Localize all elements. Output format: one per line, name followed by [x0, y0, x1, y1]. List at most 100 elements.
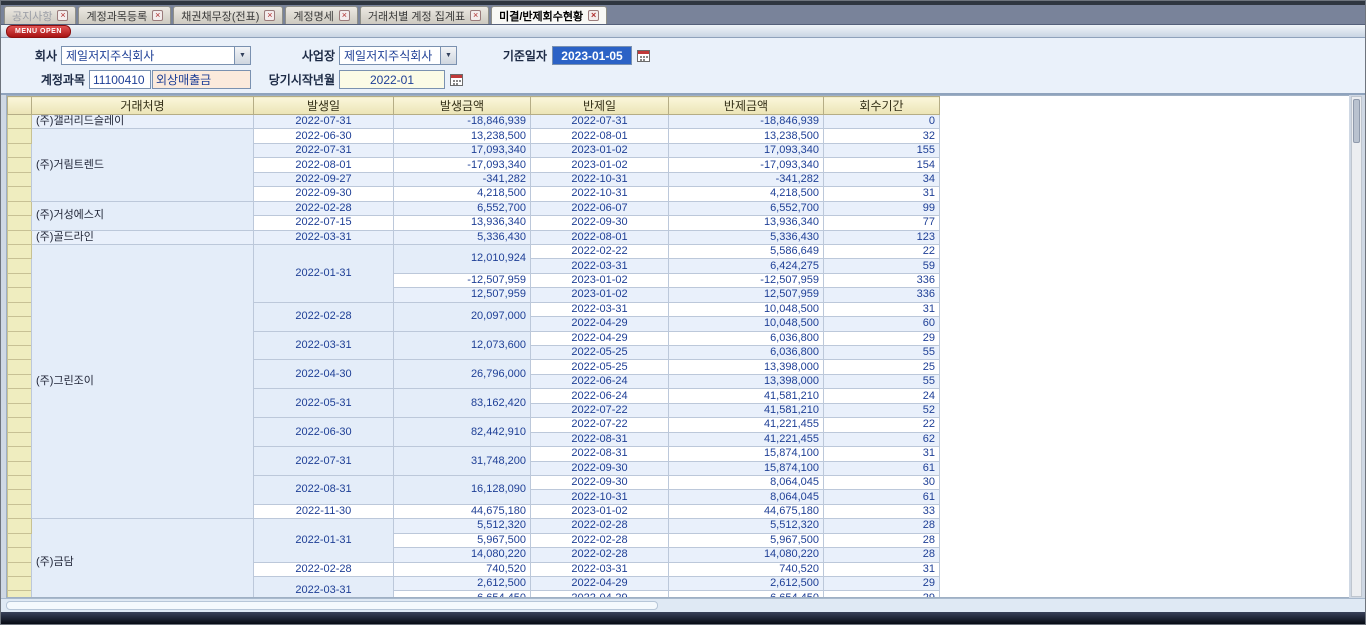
settle-date-cell[interactable]: 2022-02-28 — [531, 519, 669, 533]
period-cell[interactable]: 29 — [824, 591, 940, 598]
period-cell[interactable]: 25 — [824, 360, 940, 374]
tab-거래처별 계정 집계표[interactable]: 거래처별 계정 집계표× — [360, 6, 489, 24]
customer-cell[interactable]: (주)그린조이 — [32, 244, 254, 518]
occur-amount-cell[interactable]: 82,442,910 — [394, 418, 531, 447]
settle-amount-cell[interactable]: -17,093,340 — [669, 158, 824, 172]
vertical-scrollbar[interactable] — [1351, 96, 1362, 597]
occur-date-cell[interactable]: 2022-08-01 — [254, 158, 394, 172]
settle-amount-cell[interactable]: -341,282 — [669, 172, 824, 186]
occur-amount-cell[interactable]: -18,846,939 — [394, 115, 531, 129]
base-date-input[interactable] — [552, 46, 632, 65]
customer-cell[interactable]: (주)거성에스지 — [32, 201, 254, 230]
settle-date-cell[interactable]: 2022-05-25 — [531, 360, 669, 374]
settle-amount-cell[interactable]: 5,336,430 — [669, 230, 824, 244]
settle-date-cell[interactable]: 2022-08-31 — [531, 447, 669, 461]
settle-date-cell[interactable]: 2022-02-22 — [531, 244, 669, 258]
occur-amount-cell[interactable]: 12,010,924 — [394, 244, 531, 273]
settle-amount-cell[interactable]: 6,654,450 — [669, 591, 824, 598]
occur-amount-cell[interactable]: 6,552,700 — [394, 201, 531, 215]
occur-date-cell[interactable]: 2022-01-31 — [254, 244, 394, 302]
period-cell[interactable]: 61 — [824, 490, 940, 504]
period-cell[interactable]: 61 — [824, 461, 940, 475]
period-cell[interactable]: 60 — [824, 317, 940, 331]
business-place-select[interactable]: 제일저지주식회사 ▼ — [339, 46, 457, 65]
row-indicator[interactable] — [8, 244, 32, 258]
row-indicator[interactable] — [8, 288, 32, 302]
row-indicator[interactable] — [8, 172, 32, 186]
settle-date-cell[interactable]: 2022-09-30 — [531, 461, 669, 475]
period-cell[interactable]: 30 — [824, 475, 940, 489]
settle-date-cell[interactable]: 2023-01-02 — [531, 158, 669, 172]
settle-amount-cell[interactable]: 5,586,649 — [669, 244, 824, 258]
settle-date-cell[interactable]: 2022-03-31 — [531, 562, 669, 576]
row-indicator[interactable] — [8, 533, 32, 547]
settle-amount-cell[interactable]: 6,552,700 — [669, 201, 824, 215]
settle-date-cell[interactable]: 2023-01-02 — [531, 273, 669, 287]
occur-amount-cell[interactable]: -12,507,959 — [394, 273, 531, 287]
period-cell[interactable]: 336 — [824, 288, 940, 302]
column-header-customer[interactable]: 거래처명 — [32, 97, 254, 115]
occur-amount-cell[interactable]: 5,512,320 — [394, 519, 531, 533]
settle-amount-cell[interactable]: 44,675,180 — [669, 504, 824, 518]
occur-date-cell[interactable]: 2022-07-31 — [254, 115, 394, 129]
row-indicator[interactable] — [8, 230, 32, 244]
settle-amount-cell[interactable]: 41,221,455 — [669, 418, 824, 432]
occur-amount-cell[interactable]: 2,612,500 — [394, 577, 531, 591]
menu-open-button[interactable]: MENU OPEN — [6, 25, 71, 38]
row-indicator[interactable] — [8, 490, 32, 504]
period-cell[interactable]: 336 — [824, 273, 940, 287]
period-cell[interactable]: 28 — [824, 548, 940, 562]
tab-close-icon[interactable]: × — [57, 10, 68, 21]
settle-date-cell[interactable]: 2022-10-31 — [531, 172, 669, 186]
vertical-scrollbar-thumb[interactable] — [1353, 99, 1360, 143]
period-cell[interactable]: 31 — [824, 447, 940, 461]
row-indicator[interactable] — [8, 548, 32, 562]
occur-date-cell[interactable]: 2022-07-31 — [254, 143, 394, 157]
horizontal-scrollbar[interactable] — [1, 598, 1365, 612]
tab-공지사항[interactable]: 공지사항× — [4, 6, 76, 24]
occur-date-cell[interactable]: 2022-02-28 — [254, 562, 394, 576]
period-cell[interactable]: 22 — [824, 244, 940, 258]
occur-amount-cell[interactable]: 13,238,500 — [394, 129, 531, 143]
period-start-input[interactable] — [339, 70, 445, 89]
occur-amount-cell[interactable]: 740,520 — [394, 562, 531, 576]
settle-amount-cell[interactable]: 6,036,800 — [669, 346, 824, 360]
horizontal-scrollbar-thumb[interactable] — [6, 601, 658, 610]
settle-date-cell[interactable]: 2022-10-31 — [531, 187, 669, 201]
column-header-period[interactable]: 회수기간 — [824, 97, 940, 115]
settle-date-cell[interactable]: 2022-03-31 — [531, 259, 669, 273]
settle-amount-cell[interactable]: 10,048,500 — [669, 317, 824, 331]
settle-amount-cell[interactable]: 6,036,800 — [669, 331, 824, 345]
customer-cell[interactable]: (주)거림트렌드 — [32, 129, 254, 201]
period-cell[interactable]: 62 — [824, 432, 940, 446]
settle-date-cell[interactable]: 2022-07-31 — [531, 115, 669, 129]
occur-amount-cell[interactable]: -341,282 — [394, 172, 531, 186]
period-cell[interactable]: 99 — [824, 201, 940, 215]
occur-date-cell[interactable]: 2022-03-31 — [254, 577, 394, 599]
tab-계정과목등록[interactable]: 계정과목등록× — [78, 6, 171, 24]
period-cell[interactable]: 31 — [824, 562, 940, 576]
calendar-icon[interactable] — [636, 48, 651, 63]
settle-date-cell[interactable]: 2022-09-30 — [531, 216, 669, 230]
settle-date-cell[interactable]: 2022-02-28 — [531, 548, 669, 562]
row-indicator[interactable] — [8, 475, 32, 489]
row-indicator[interactable] — [8, 201, 32, 215]
occur-date-cell[interactable]: 2022-03-31 — [254, 230, 394, 244]
occur-amount-cell[interactable]: -17,093,340 — [394, 158, 531, 172]
occur-amount-cell[interactable]: 5,336,430 — [394, 230, 531, 244]
period-cell[interactable]: 154 — [824, 158, 940, 172]
period-cell[interactable]: 31 — [824, 187, 940, 201]
row-indicator[interactable] — [8, 504, 32, 518]
account-name-input[interactable] — [152, 70, 251, 89]
row-indicator[interactable] — [8, 360, 32, 374]
settle-amount-cell[interactable]: 41,221,455 — [669, 432, 824, 446]
settle-date-cell[interactable]: 2022-07-22 — [531, 418, 669, 432]
settle-date-cell[interactable]: 2022-09-30 — [531, 475, 669, 489]
tab-close-icon[interactable]: × — [264, 10, 275, 21]
row-indicator[interactable] — [8, 216, 32, 230]
tab-close-icon[interactable]: × — [152, 10, 163, 21]
occur-date-cell[interactable]: 2022-09-27 — [254, 172, 394, 186]
settle-amount-cell[interactable]: 6,424,275 — [669, 259, 824, 273]
occur-date-cell[interactable]: 2022-05-31 — [254, 389, 394, 418]
chevron-down-icon[interactable]: ▼ — [234, 47, 250, 64]
